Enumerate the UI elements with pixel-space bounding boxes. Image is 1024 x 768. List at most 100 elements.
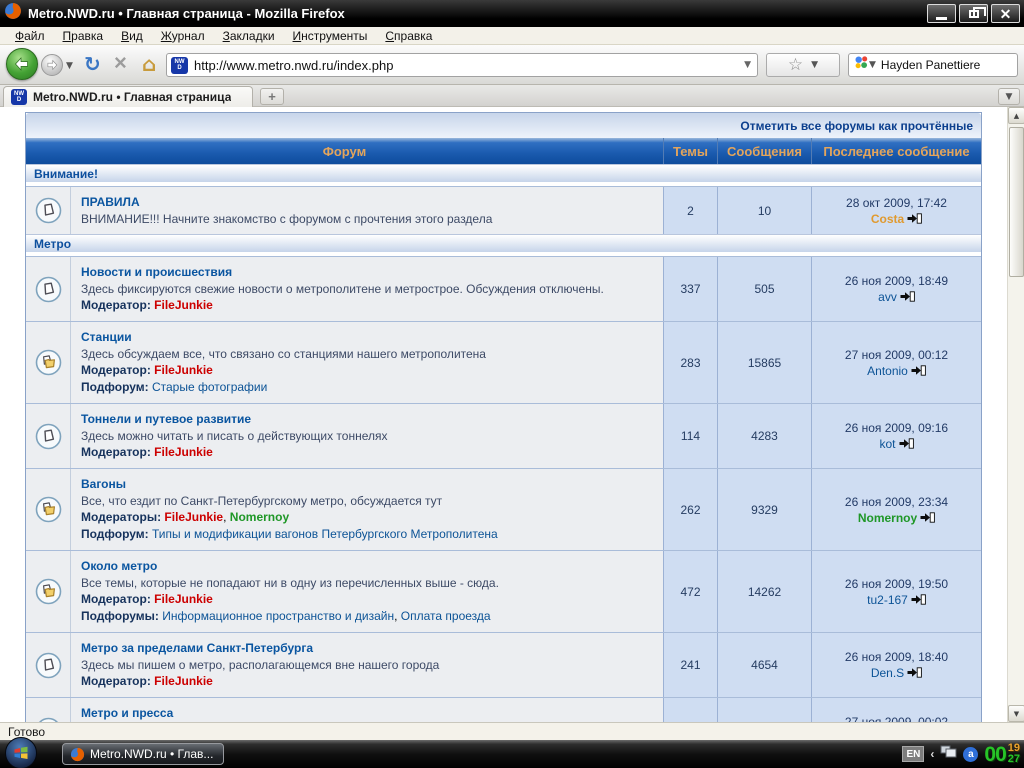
moderators-line: Модератор: FileJunkie — [81, 297, 655, 314]
bookmark-star-icon[interactable]: ☆ — [788, 57, 803, 74]
last-post-user-line: tu2-167 — [867, 592, 926, 608]
forum-link[interactable]: Около метро — [81, 558, 157, 574]
moderator-link[interactable]: FileJunkie — [154, 363, 213, 377]
forum-link[interactable]: Станции — [81, 329, 132, 345]
last-post-user-line: Nomernoy — [858, 510, 935, 526]
menu-help[interactable]: Справка — [376, 29, 441, 43]
history-dropdown-icon[interactable]: ▼ — [66, 61, 73, 71]
subforum-link[interactable]: Оплата проезда — [401, 609, 491, 623]
last-post-date: 26 ноя 2009, 23:34 — [845, 494, 948, 510]
url-dropdown-icon[interactable]: ▼ — [742, 60, 753, 70]
last-post-icon[interactable] — [911, 592, 926, 608]
section-header: Внимание! — [26, 164, 981, 186]
moderator-link[interactable]: FileJunkie — [164, 510, 223, 524]
posts-count: 4654 — [717, 633, 811, 697]
close-button[interactable]: ✕ — [991, 4, 1020, 23]
back-button[interactable] — [6, 48, 38, 80]
forum-status-icon — [26, 633, 70, 697]
moderator-link[interactable]: FileJunkie — [154, 674, 213, 688]
last-post-user-link[interactable]: Nomernoy — [858, 511, 917, 525]
scroll-down-icon[interactable]: ▼ — [1008, 705, 1024, 722]
forum-info: Новости и происшествияЗдесь фиксируются … — [70, 257, 663, 321]
search-engine-dropdown-icon[interactable]: ▼ — [869, 60, 876, 70]
menu-view[interactable]: Вид — [112, 29, 152, 43]
forum-link[interactable]: Метро за пределами Санкт-Петербурга — [81, 640, 313, 656]
scrollbar-thumb[interactable] — [1009, 127, 1024, 277]
subforum-link[interactable]: Старые фотографии — [152, 380, 267, 394]
google-icon[interactable] — [854, 55, 869, 75]
last-post-cell: 28 окт 2009, 17:42Costa — [811, 187, 981, 234]
last-post-date: 27 ноя 2009, 00:12 — [845, 347, 948, 363]
last-post-icon[interactable] — [907, 665, 922, 681]
forum-link[interactable]: Новости и происшествия — [81, 264, 232, 280]
forum-info: Метро за пределами Санкт-ПетербургаЗдесь… — [70, 633, 663, 697]
last-post-icon[interactable] — [907, 211, 922, 227]
last-post-user-link[interactable]: avv — [878, 290, 897, 304]
active-tab[interactable]: NWD Metro.NWD.ru • Главная страница — [3, 86, 253, 107]
forum-row: ВагоныВсе, что ездит по Санкт-Петербургс… — [26, 468, 981, 550]
last-post-icon[interactable] — [911, 363, 926, 379]
last-post-icon[interactable] — [920, 510, 935, 526]
forum-status-icon — [26, 698, 70, 724]
forum-link[interactable]: Метро и пресса — [81, 705, 173, 721]
language-indicator[interactable]: EN — [902, 746, 924, 762]
posts-count: 10 — [717, 187, 811, 234]
mark-read-row: Отметить все форумы как прочтённые — [26, 113, 981, 138]
topics-count: 262 — [663, 469, 717, 550]
home-button[interactable]: ⌂ — [142, 52, 156, 76]
minimize-button[interactable] — [927, 4, 956, 23]
bookmark-star-control[interactable]: ☆ ▼ — [766, 53, 840, 77]
last-post-user-link[interactable]: Antonio — [867, 364, 908, 378]
forum-link[interactable]: ПРАВИЛА — [81, 194, 140, 210]
reload-button[interactable]: ↻ — [84, 52, 101, 76]
last-post-user-link[interactable]: Costa — [871, 212, 904, 226]
search-input[interactable] — [881, 58, 1024, 72]
menu-file[interactable]: Файл — [6, 29, 54, 43]
last-post-user-line: kot — [879, 436, 913, 452]
tray-clock[interactable]: 00 19 27 — [984, 743, 1020, 765]
moderator-link[interactable]: Nomernoy — [230, 510, 289, 524]
last-post-user-link[interactable]: kot — [879, 437, 895, 451]
last-post-user-link[interactable]: tu2-167 — [867, 593, 908, 607]
stop-button[interactable]: × — [114, 50, 127, 76]
url-input[interactable] — [194, 58, 742, 73]
subforum-link[interactable]: Информационное пространство и дизайн — [162, 609, 394, 623]
tray-a-icon[interactable]: a — [963, 747, 978, 762]
tab-list-dropdown[interactable]: ▼ — [998, 88, 1020, 105]
menu-bookmarks[interactable]: Закладки — [214, 29, 284, 43]
status-bar: Готово — [0, 722, 1024, 740]
vertical-scrollbar[interactable]: ▲ ▼ — [1007, 107, 1024, 722]
menu-edit[interactable]: Правка — [54, 29, 113, 43]
start-button[interactable] — [5, 737, 37, 768]
location-bar[interactable]: NWD ▼ — [166, 53, 758, 77]
search-bar[interactable]: ▼ — [848, 53, 1018, 77]
bookmark-dropdown-icon[interactable]: ▼ — [811, 60, 818, 70]
menu-history[interactable]: Журнал — [152, 29, 214, 43]
forward-button[interactable] — [41, 54, 63, 76]
subforum-link[interactable]: Типы и модификации вагонов Петербургског… — [152, 527, 498, 541]
forum-description: Все, что ездит по Санкт-Петербургскому м… — [81, 493, 655, 509]
forum-link[interactable]: Тоннели и путевое развитие — [81, 411, 251, 427]
moderators-label: Модератор: — [81, 674, 154, 688]
moderator-link[interactable]: FileJunkie — [154, 298, 213, 312]
mark-all-read-link[interactable]: Отметить все форумы как прочтённые — [740, 119, 973, 133]
moderator-link[interactable]: FileJunkie — [154, 592, 213, 606]
last-post-icon[interactable] — [899, 436, 914, 452]
restore-button[interactable] — [959, 4, 988, 23]
last-post-icon[interactable] — [900, 289, 915, 305]
forum-link[interactable]: Вагоны — [81, 476, 126, 492]
forum-row: Метро и прессаЗдесь все вещи, которые пи… — [26, 697, 981, 724]
menu-bar: Файл Правка Вид Журнал Закладки Инструме… — [0, 27, 1024, 45]
scroll-up-icon[interactable]: ▲ — [1008, 107, 1024, 124]
menu-tools[interactable]: Инструменты — [284, 29, 377, 43]
forum-info: ПРАВИЛАВНИМАНИЕ!!! Начните знакомство с … — [70, 187, 663, 234]
moderator-link[interactable]: FileJunkie — [154, 445, 213, 459]
moderators-line: Модератор: FileJunkie — [81, 591, 655, 608]
taskbar-task-firefox[interactable]: Metro.NWD.ru • Глав... — [62, 743, 224, 765]
column-posts: Сообщения — [717, 138, 811, 164]
network-icon[interactable] — [940, 745, 957, 764]
new-tab-button[interactable]: + — [260, 88, 284, 105]
tray-collapse-icon[interactable]: ‹ — [930, 747, 934, 761]
last-post-date: 26 ноя 2009, 09:16 — [845, 420, 948, 436]
last-post-user-link[interactable]: Den.S — [871, 666, 904, 680]
